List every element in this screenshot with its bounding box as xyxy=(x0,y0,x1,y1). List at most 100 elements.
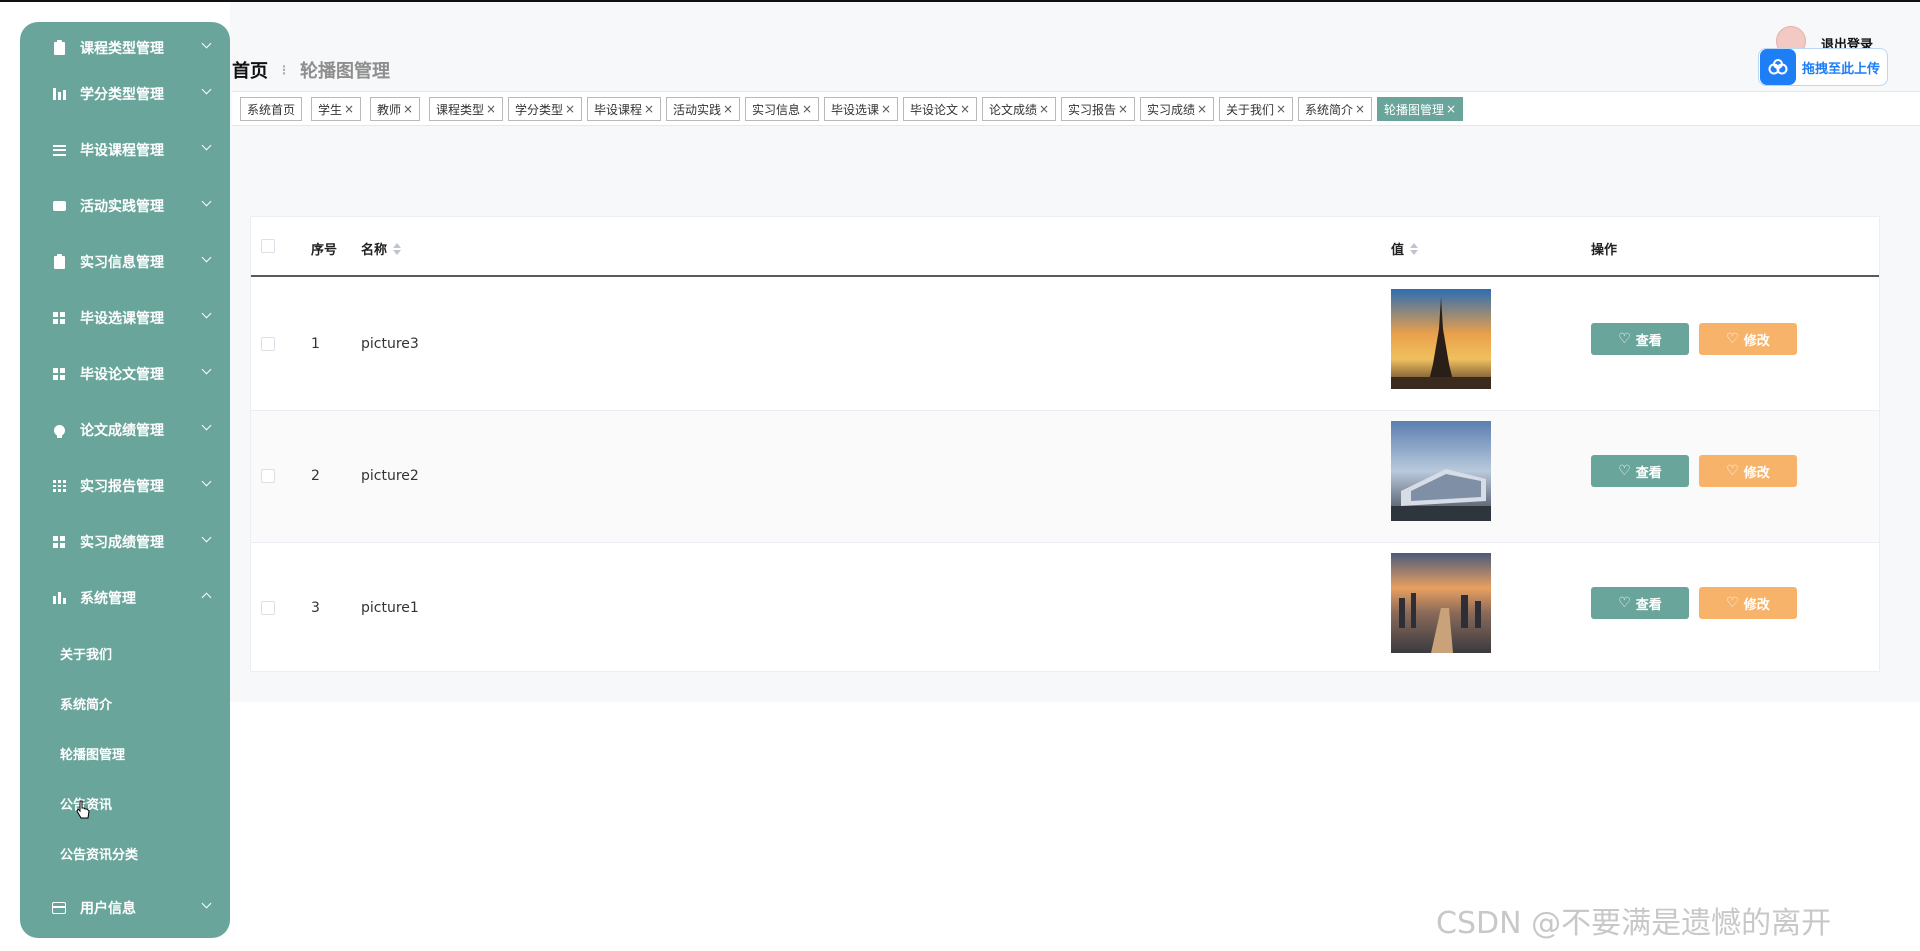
close-icon[interactable]: × xyxy=(1446,102,1456,116)
sidebar-item-user-info[interactable]: 用户信息 xyxy=(20,882,230,934)
close-icon[interactable]: × xyxy=(802,102,812,116)
heart-icon: ♡ xyxy=(1726,595,1739,611)
close-icon[interactable]: × xyxy=(344,102,354,116)
view-button[interactable]: ♡ 查看 xyxy=(1591,455,1689,487)
chevron-down-icon xyxy=(201,38,212,49)
upload-drop-button[interactable]: 拖拽至此上传 xyxy=(1758,48,1888,86)
sort-icon[interactable] xyxy=(1410,242,1419,255)
tab[interactable]: 轮播图管理 × xyxy=(1377,97,1464,121)
tab-label: 毕设课程 xyxy=(594,102,643,117)
heart-icon: ♡ xyxy=(1726,463,1739,479)
close-icon[interactable]: × xyxy=(486,102,496,116)
breadcrumb-home[interactable]: 首页 xyxy=(232,57,268,83)
eiffel-tower-thumbnail[interactable] xyxy=(1391,289,1491,389)
view-button[interactable]: ♡ 查看 xyxy=(1591,587,1689,619)
sidebar-item-credit-type[interactable]: 学分类型管理 xyxy=(20,68,230,120)
close-icon[interactable]: × xyxy=(1039,102,1049,116)
close-icon[interactable]: × xyxy=(644,102,654,116)
edit-button[interactable]: ♡ 修改 xyxy=(1699,587,1797,619)
breadcrumb-current: 轮播图管理 xyxy=(300,61,390,82)
tab[interactable]: 论文成绩 × xyxy=(982,97,1057,121)
sidebar-item-internship-info[interactable]: 实习信息管理 xyxy=(20,236,230,288)
sidebar-item-thesis-paper[interactable]: 毕设论文管理 xyxy=(20,348,230,400)
tab-label: 轮播图管理 xyxy=(1384,102,1445,117)
row-name: picture2 xyxy=(361,468,419,484)
sidebar-item-label: 用户信息 xyxy=(80,901,136,917)
view-button[interactable]: ♡ 查看 xyxy=(1591,323,1689,355)
sidebar-item-internship-score[interactable]: 实习成绩管理 xyxy=(20,516,230,568)
building-thumbnail[interactable] xyxy=(1391,421,1491,521)
bar-chart-icon xyxy=(52,591,66,605)
sidebar-subitem-news-category[interactable]: 公告资讯分类 xyxy=(60,844,138,863)
tab[interactable]: 教师 × xyxy=(370,97,421,121)
tab[interactable]: 课程类型 × xyxy=(429,97,504,121)
sidebar-item-activity[interactable]: 活动实践管理 xyxy=(20,180,230,232)
sidebar-item-label: 系统管理 xyxy=(80,591,136,607)
view-label: 查看 xyxy=(1635,465,1662,481)
row-checkbox[interactable] xyxy=(261,337,275,351)
row-name: picture3 xyxy=(361,336,419,352)
chevron-up-icon xyxy=(201,592,212,603)
header-actions: 操作 xyxy=(1591,243,1618,258)
select-all-checkbox[interactable] xyxy=(261,239,275,253)
chevron-down-icon xyxy=(201,84,212,95)
sidebar-item-label: 实习信息管理 xyxy=(80,255,164,271)
header-name[interactable]: 名称 xyxy=(361,239,402,258)
grid-icon xyxy=(52,367,66,381)
tab[interactable]: 活动实践 × xyxy=(666,97,741,121)
tab[interactable]: 学生 × xyxy=(311,97,362,121)
tabs-bar: 系统首页 学生 × 教师 × 课程类型 × 学分类型 × 毕设课程 × 活动实践 × 实习信息 × 毕设选课 ×… xyxy=(232,91,1920,126)
tab-label: 系统简介 xyxy=(1305,102,1354,117)
tab[interactable]: 系统首页 xyxy=(240,97,303,121)
close-icon[interactable]: × xyxy=(1355,102,1365,116)
close-icon[interactable]: × xyxy=(1276,102,1286,116)
tab[interactable]: 关于我们 × xyxy=(1219,97,1294,121)
sidebar-item-label: 论文成绩管理 xyxy=(80,423,164,439)
tab[interactable]: 实习信息 × xyxy=(745,97,820,121)
row-index: 1 xyxy=(311,336,320,352)
row-checkbox[interactable] xyxy=(261,601,275,615)
carousel-table: 序号 名称 值 操作 1 picture3 ♡ 查看 ♡ 修改 2 picture2… xyxy=(250,216,1880,672)
view-label: 查看 xyxy=(1635,333,1662,349)
close-icon[interactable]: × xyxy=(565,102,575,116)
heart-icon: ♡ xyxy=(1618,595,1631,611)
sidebar-subitem-carousel[interactable]: 轮播图管理 xyxy=(60,744,125,763)
grid-icon xyxy=(52,311,66,325)
tab[interactable]: 毕设选课 × xyxy=(824,97,899,121)
close-icon[interactable]: × xyxy=(403,102,413,116)
breadcrumb: 首页 ⋮ 轮播图管理 xyxy=(232,57,390,83)
tab[interactable]: 毕设课程 × xyxy=(587,97,662,121)
tab[interactable]: 系统简介 × xyxy=(1298,97,1373,121)
close-icon[interactable]: × xyxy=(723,102,733,116)
edit-button[interactable]: ♡ 修改 xyxy=(1699,323,1797,355)
header-index: 序号 xyxy=(311,243,338,258)
tab[interactable]: 实习成绩 × xyxy=(1140,97,1215,121)
row-checkbox[interactable] xyxy=(261,469,275,483)
sidebar-item-thesis-score[interactable]: 论文成绩管理 xyxy=(20,404,230,456)
sidebar-item-course-type[interactable]: 课程类型管理 xyxy=(20,22,230,74)
tab[interactable]: 学分类型 × xyxy=(508,97,583,121)
tab[interactable]: 毕设论文 × xyxy=(903,97,978,121)
close-icon[interactable]: × xyxy=(960,102,970,116)
edit-button[interactable]: ♡ 修改 xyxy=(1699,455,1797,487)
close-icon[interactable]: × xyxy=(881,102,891,116)
close-icon[interactable]: × xyxy=(1118,102,1128,116)
sidebar-item-system[interactable]: 系统管理 xyxy=(20,572,230,624)
sidebar-item-internship-report[interactable]: 实习报告管理 xyxy=(20,460,230,512)
cloud-upload-icon xyxy=(1760,49,1796,85)
sidebar-item-thesis-course[interactable]: 毕设课程管理 xyxy=(20,124,230,176)
sidebar-item-thesis-select[interactable]: 毕设选课管理 xyxy=(20,292,230,344)
close-icon[interactable]: × xyxy=(1197,102,1207,116)
sort-icon[interactable] xyxy=(393,242,402,255)
sidebar-subitem-about[interactable]: 关于我们 xyxy=(60,644,112,663)
tab[interactable]: 实习报告 × xyxy=(1061,97,1136,121)
sidebar-subitem-intro[interactable]: 系统简介 xyxy=(60,694,112,713)
chevron-down-icon xyxy=(201,308,212,319)
table-row: 2 picture2 ♡ 查看 ♡ 修改 xyxy=(251,411,1879,543)
chevron-down-icon xyxy=(201,532,212,543)
tab-label: 实习信息 xyxy=(752,102,801,117)
heart-icon: ♡ xyxy=(1618,331,1631,347)
header-value[interactable]: 值 xyxy=(1391,239,1419,258)
city-thumbnail[interactable] xyxy=(1391,553,1491,653)
table-icon xyxy=(52,479,66,493)
